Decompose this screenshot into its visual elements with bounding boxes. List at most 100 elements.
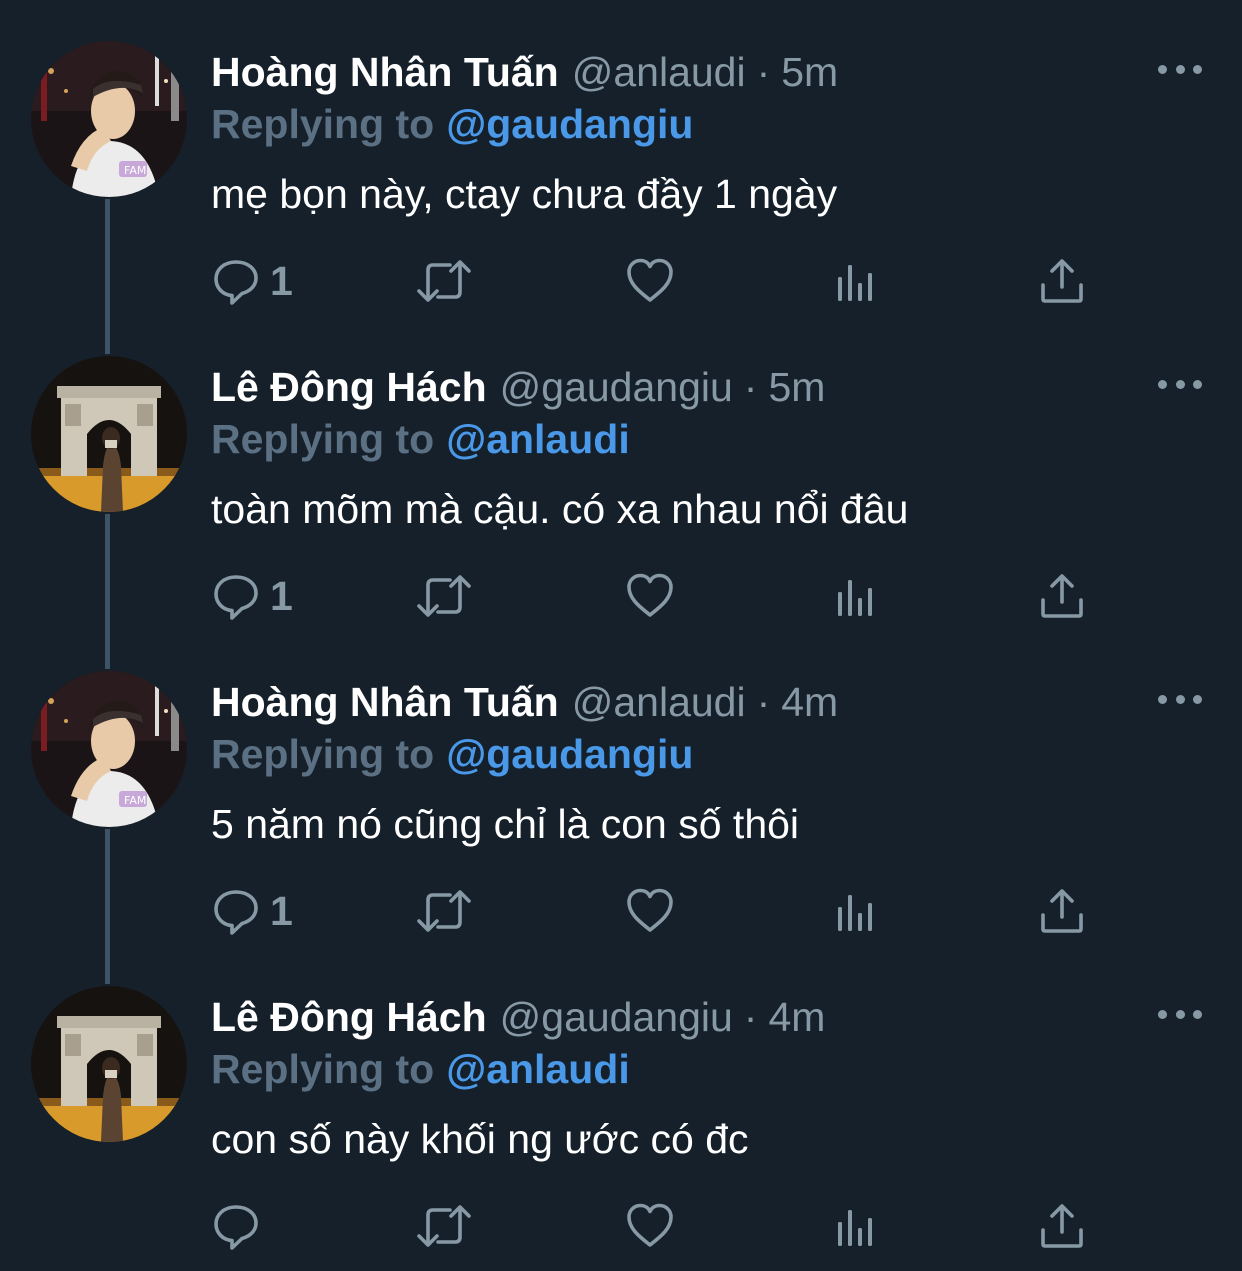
reply-button[interactable]: 1 xyxy=(212,885,293,937)
more-options-icon[interactable] xyxy=(1158,375,1202,393)
separator-dot: · xyxy=(756,49,771,95)
more-options-icon[interactable] xyxy=(1158,1005,1202,1023)
tweet-text: mẹ bọn này, ctay chưa đầy 1 ngày xyxy=(211,171,838,217)
replying-to-mention[interactable]: @anlaudi xyxy=(446,416,630,462)
tweet[interactable]: FAM Hoàng Nhân Tuấn @anlaudi · 5m Replyi… xyxy=(0,0,1242,315)
tweet-actions: 1 xyxy=(212,570,1092,622)
replying-to-label: Replying to xyxy=(211,731,435,777)
timestamp[interactable]: 5m xyxy=(781,48,838,96)
avatar[interactable] xyxy=(31,986,187,1142)
avatar[interactable]: FAM xyxy=(31,671,187,827)
retweet-icon xyxy=(417,575,471,617)
display-name[interactable]: Hoàng Nhân Tuấn xyxy=(211,48,559,96)
timestamp[interactable]: 4m xyxy=(781,678,838,726)
profile-photo-arc-de-triomphe-icon xyxy=(31,986,187,1142)
tweet-actions xyxy=(212,1200,1092,1252)
like-icon xyxy=(627,888,673,932)
tweet-text: 5 năm nó cũng chỉ là con số thôi xyxy=(211,801,800,847)
replying-to-line: Replying to @anlaudi xyxy=(211,415,630,463)
reply-icon xyxy=(214,575,258,620)
profile-photo-arc-de-triomphe-icon xyxy=(31,356,187,512)
more-dot xyxy=(1158,1009,1167,1019)
more-dot xyxy=(1193,1009,1202,1019)
like-icon xyxy=(627,258,673,302)
reply-count: 1 xyxy=(270,258,293,304)
avatar[interactable] xyxy=(31,356,187,512)
more-dot xyxy=(1175,64,1185,74)
analytics-button[interactable] xyxy=(832,1200,880,1252)
retweet-icon xyxy=(417,890,471,932)
display-name[interactable]: Hoàng Nhân Tuấn xyxy=(211,678,559,726)
tweet-text: toàn mõm mà cậu. có xa nhau nổi đâu xyxy=(211,486,909,532)
reply-button[interactable]: 1 xyxy=(212,255,293,307)
analytics-button[interactable] xyxy=(832,885,880,937)
replying-to-label: Replying to xyxy=(211,101,435,147)
analytics-button[interactable] xyxy=(832,255,880,307)
tweet[interactable]: Lê Đông Hách @gaudangiu · 4m Replying to… xyxy=(0,945,1242,1260)
tweet-actions: 1 xyxy=(212,885,1092,937)
retweet-button[interactable] xyxy=(416,885,472,937)
share-button[interactable] xyxy=(1038,255,1086,307)
conversation-thread: FAM Hoàng Nhân Tuấn @anlaudi · 5m Replyi… xyxy=(0,0,1242,1271)
svg-text:FAM: FAM xyxy=(124,164,146,177)
replying-to-label: Replying to xyxy=(211,1046,435,1092)
more-dot xyxy=(1175,379,1185,389)
like-icon xyxy=(627,573,673,617)
timestamp[interactable]: 5m xyxy=(768,363,825,411)
more-options-icon[interactable] xyxy=(1158,690,1202,708)
more-options-icon[interactable] xyxy=(1158,60,1202,78)
like-icon xyxy=(627,1203,673,1247)
like-button[interactable] xyxy=(626,885,674,937)
more-dot xyxy=(1193,64,1202,74)
analytics-icon xyxy=(838,895,872,931)
separator-dot: · xyxy=(743,364,758,410)
like-button[interactable] xyxy=(626,570,674,622)
separator-dot: · xyxy=(756,679,771,725)
retweet-icon xyxy=(417,1205,471,1247)
replying-to-line: Replying to @gaudangiu xyxy=(211,100,693,148)
share-button[interactable] xyxy=(1038,885,1086,937)
display-name[interactable]: Lê Đông Hách xyxy=(211,993,487,1041)
reply-icon xyxy=(214,1205,258,1250)
separator-dot: · xyxy=(743,994,758,1040)
more-dot xyxy=(1158,64,1167,74)
retweet-button[interactable] xyxy=(416,570,472,622)
user-handle[interactable]: @gaudangiu xyxy=(500,363,733,411)
replying-to-mention[interactable]: @anlaudi xyxy=(446,1046,630,1092)
tweet[interactable]: FAM Hoàng Nhân Tuấn @anlaudi · 4m Replyi… xyxy=(0,630,1242,945)
tweet-header: Hoàng Nhân Tuấn @anlaudi · 4m xyxy=(211,678,838,726)
reply-count: 1 xyxy=(270,573,293,619)
share-button[interactable] xyxy=(1038,1200,1086,1252)
reply-button[interactable]: 1 xyxy=(212,570,293,622)
like-button[interactable] xyxy=(626,1200,674,1252)
display-name[interactable]: Lê Đông Hách xyxy=(211,363,487,411)
user-handle[interactable]: @anlaudi xyxy=(572,678,746,726)
share-icon xyxy=(1041,889,1083,933)
user-handle[interactable]: @gaudangiu xyxy=(500,993,733,1041)
reply-button[interactable] xyxy=(212,1200,270,1252)
avatar[interactable]: FAM xyxy=(31,41,187,197)
tweet-text: con số này khối ng ước có đc xyxy=(211,1116,749,1162)
more-dot xyxy=(1175,694,1185,704)
replying-to-mention[interactable]: @gaudangiu xyxy=(446,101,693,147)
analytics-icon xyxy=(838,580,872,616)
replying-to-mention[interactable]: @gaudangiu xyxy=(446,731,693,777)
profile-photo-man-white-shirt-icon: FAM xyxy=(31,41,187,197)
like-button[interactable] xyxy=(626,255,674,307)
retweet-button[interactable] xyxy=(416,1200,472,1252)
share-icon xyxy=(1041,574,1083,618)
tweet-header: Lê Đông Hách @gaudangiu · 5m xyxy=(211,363,825,411)
reply-icon xyxy=(214,890,258,935)
analytics-button[interactable] xyxy=(832,570,880,622)
retweet-icon xyxy=(417,260,471,302)
share-icon xyxy=(1041,1204,1083,1248)
reply-count: 1 xyxy=(270,888,293,934)
user-handle[interactable]: @anlaudi xyxy=(572,48,746,96)
tweet-header: Lê Đông Hách @gaudangiu · 4m xyxy=(211,993,825,1041)
replying-to-line: Replying to @gaudangiu xyxy=(211,730,693,778)
tweet-header: Hoàng Nhân Tuấn @anlaudi · 5m xyxy=(211,48,838,96)
share-button[interactable] xyxy=(1038,570,1086,622)
retweet-button[interactable] xyxy=(416,255,472,307)
tweet[interactable]: Lê Đông Hách @gaudangiu · 5m Replying to… xyxy=(0,315,1242,630)
timestamp[interactable]: 4m xyxy=(768,993,825,1041)
